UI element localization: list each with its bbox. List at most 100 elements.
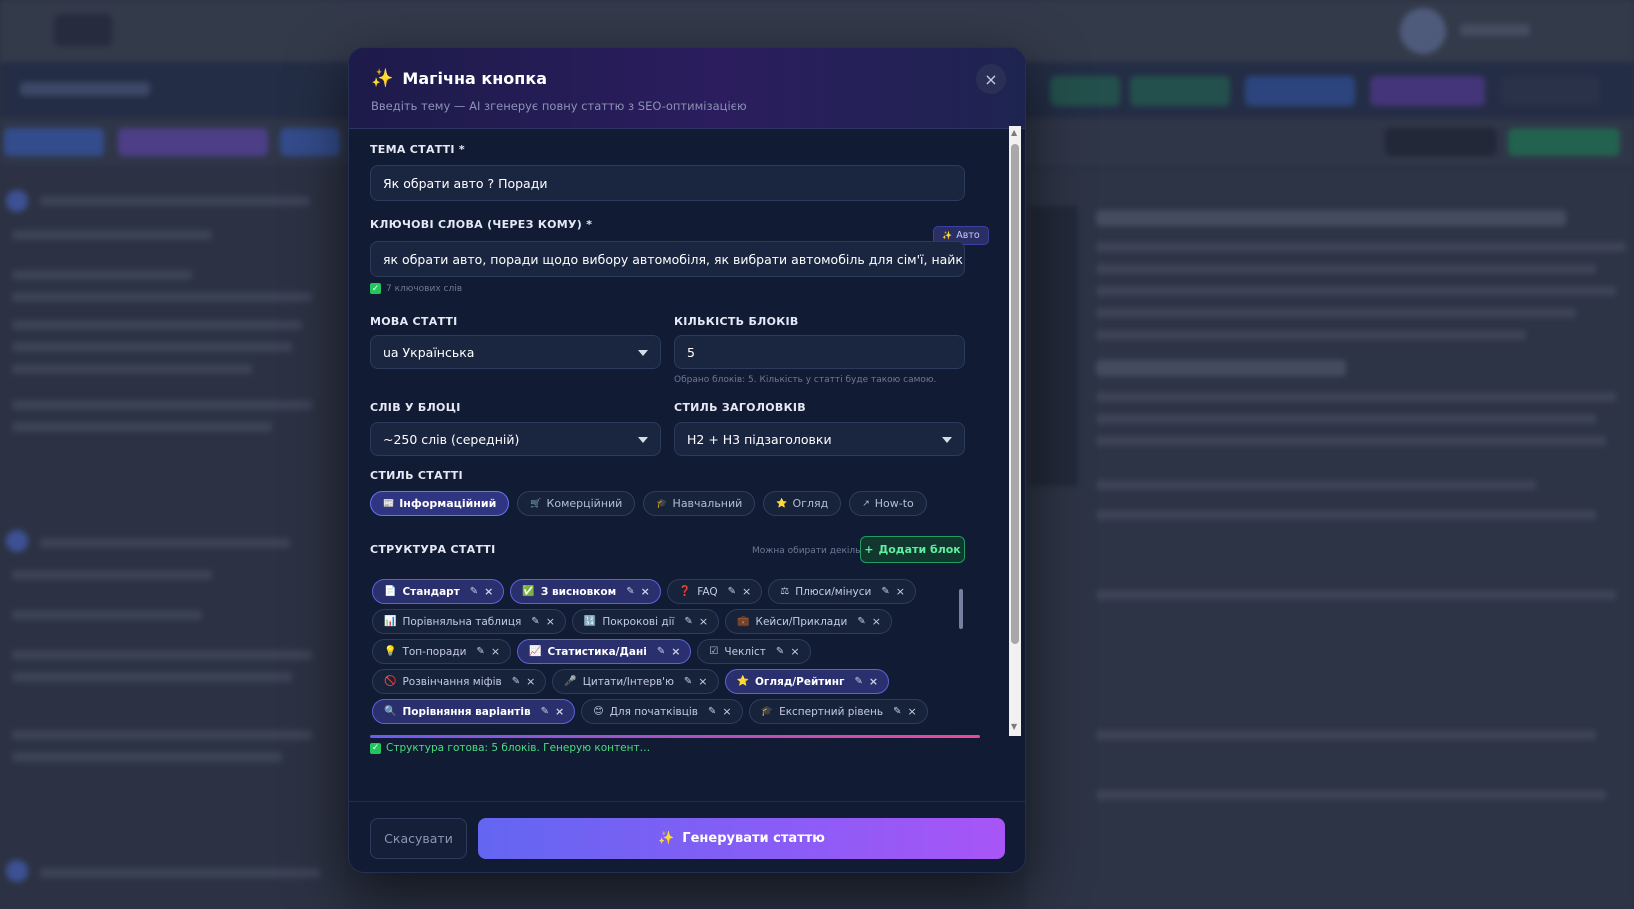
remove-icon[interactable]: × [555,705,564,718]
structure-block-tag[interactable]: 🎤 Цитати/Інтерв'ю ✎ × [552,669,719,694]
structure-block-tag[interactable]: 📈 Статистика/Дані ✎ × [517,639,692,664]
topic-input[interactable]: Як обрати авто ? Поради [370,165,965,201]
edit-icon[interactable]: ✎ [657,646,665,657]
block-type-label: Експертний рівень [779,705,884,718]
style-chip[interactable]: ⭐ Огляд [763,491,842,516]
structure-block-tag[interactable]: 🎓 Експертний рівень ✎ × [748,699,928,724]
heading-style-select[interactable]: H2 + H3 підзаголовки [674,422,965,456]
style-chip-icon: ⭐ [776,498,788,509]
structure-row: 🔍 Порівняння варіантів ✎ × 😊 Для початківців ✎… [372,699,928,724]
structure-block-tag[interactable]: 🔍 Порівняння варіантів ✎ × [372,699,576,724]
words-per-block-select[interactable]: ~250 слів (середній) [370,422,661,456]
structure-block-tag[interactable]: 💡 Топ-поради ✎ × [372,639,512,664]
edit-icon[interactable]: ✎ [512,676,520,687]
remove-icon[interactable]: × [491,645,500,658]
add-block-label: Додати блок [878,543,961,556]
structure-hint: Можна обирати декілька [752,546,872,556]
structure-scrollbar[interactable] [958,579,964,729]
structure-block-tag[interactable]: 📄 Стандарт ✎ × [372,579,505,604]
edit-icon[interactable]: ✎ [776,646,784,657]
structure-block-tag[interactable]: ☑ Чекліст ✎ × [697,639,811,664]
edit-icon[interactable]: ✎ [531,616,539,627]
remove-icon[interactable]: × [896,585,905,598]
close-button[interactable]: × [976,64,1006,94]
sparkle-icon: ✨ [371,67,394,89]
edit-icon[interactable]: ✎ [684,616,692,627]
block-type-label: Цитати/Інтерв'ю [582,675,674,688]
check-icon: ✓ [370,283,381,294]
edit-icon[interactable]: ✎ [541,706,549,717]
modal-scrollbar[interactable]: ▲ ▼ [1009,126,1021,736]
keywords-input[interactable]: як обрати авто, поради щодо вибору автом… [370,241,965,277]
structure-block-tag[interactable]: 🔢 Покрокові дії ✎ × [571,609,720,634]
status-message: ✓ Структура готова: 5 блоків. Генерую ко… [370,742,650,754]
modal-subtitle: Введіть тему — AI згенерує повну статтю … [371,99,747,113]
style-chip[interactable]: 📰 Інформаційний [370,491,510,516]
edit-icon[interactable]: ✎ [857,616,865,627]
keywords-count-text: 7 ключових слів [386,284,463,294]
auto-button-label: Авто [956,230,980,241]
remove-icon[interactable]: × [742,585,751,598]
generate-label: Генерувати статтю [682,831,825,846]
structure-block-tag[interactable]: 😊 Для початківців ✎ × [581,699,743,724]
structure-block-tag[interactable]: ❓ FAQ ✎ × [666,579,763,604]
edit-icon[interactable]: ✎ [855,676,863,687]
edit-icon[interactable]: ✎ [728,586,736,597]
block-type-label: Статистика/Дані [547,645,647,658]
block-type-icon: ☑ [709,646,719,657]
block-type-icon: 🔍 [384,706,397,717]
edit-icon[interactable]: ✎ [708,706,716,717]
style-chip[interactable]: ↗ How-to [849,491,927,516]
language-select[interactable]: ua Українська [370,335,661,369]
style-chip-label: Комерційний [546,497,623,510]
block-type-icon: 📈 [529,646,542,657]
edit-icon[interactable]: ✎ [476,646,484,657]
check-icon: ✓ [370,742,381,754]
structure-block-tag[interactable]: ⚖ Плюси/мінуси ✎ × [768,579,916,604]
scroll-down-icon[interactable]: ▼ [1011,722,1017,731]
edit-icon[interactable]: ✎ [684,676,692,687]
modal-body: ТЕМА СТАТТІ * Як обрати авто ? Поради КЛ… [349,129,1025,801]
style-chip[interactable]: 🛒 Комерційний [517,491,636,516]
remove-icon[interactable]: × [671,645,680,658]
remove-icon[interactable]: × [872,615,881,628]
block-type-label: З висновком [540,585,617,598]
bg-left-panel [0,170,345,909]
edit-icon[interactable]: ✎ [881,586,889,597]
remove-icon[interactable]: × [722,705,731,718]
remove-icon[interactable]: × [526,675,535,688]
structure-block-tag[interactable]: 💼 Кейси/Приклади ✎ × [725,609,892,634]
edit-icon[interactable]: ✎ [626,586,634,597]
remove-icon[interactable]: × [869,675,878,688]
remove-icon[interactable]: × [484,585,493,598]
status-text: Структура готова: 5 блоків. Генерую конт… [386,742,651,754]
remove-icon[interactable]: × [641,585,650,598]
block-type-icon: ❓ [678,586,692,597]
generate-article-button[interactable]: ✨ Генерувати статтю [478,818,1005,859]
sparkle-icon: ✨ [942,231,953,240]
block-type-label: Покрокові дії [602,615,675,628]
structure-block-tag[interactable]: 📊 Порівняльна таблиця ✎ × [372,609,566,634]
block-type-icon: 📄 [384,586,397,597]
edit-icon[interactable]: ✎ [470,586,478,597]
generation-progress-bar [370,735,980,738]
structure-row: 💡 Топ-поради ✎ × 📈 Статистика/Дані ✎ × ☑ Чекліст ✎… [372,639,811,664]
remove-icon[interactable]: × [699,615,708,628]
remove-icon[interactable]: × [907,705,916,718]
blocks-count-input[interactable]: 5 [674,335,965,369]
remove-icon[interactable]: × [546,615,555,628]
cancel-button[interactable]: Скасувати [370,818,467,859]
style-chip[interactable]: 🎓 Навчальний [643,491,756,516]
edit-icon[interactable]: ✎ [893,706,901,717]
remove-icon[interactable]: × [790,645,799,658]
scrollbar-thumb[interactable] [1011,144,1019,644]
style-chip-icon: 🎓 [656,498,668,509]
structure-block-tag[interactable]: ✅ З висновком ✎ × [510,579,661,604]
add-block-button[interactable]: + Додати блок [860,536,965,563]
structure-block-tag[interactable]: 🚫 Розвінчання міфів ✎ × [372,669,547,694]
remove-icon[interactable]: × [698,675,707,688]
structure-block-tag[interactable]: ⭐ Огляд/Рейтинг ✎ × [724,669,890,694]
block-type-label: Стандарт [402,585,460,598]
scroll-up-icon[interactable]: ▲ [1011,128,1017,137]
block-type-icon: 💼 [737,616,750,627]
